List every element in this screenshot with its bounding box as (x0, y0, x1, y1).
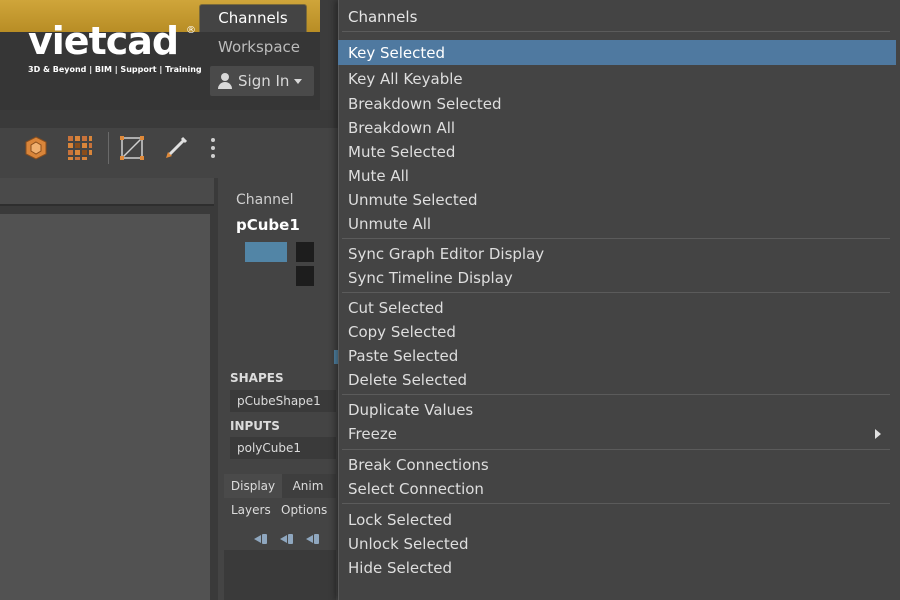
menu-separator (342, 394, 890, 395)
channel-swatch[interactable] (296, 266, 314, 286)
vietcad-logo: vietcad (28, 19, 179, 63)
channel-swatch[interactable] (296, 242, 314, 262)
logo-registered-mark: ® (186, 25, 196, 36)
menu-item-unlock-selected[interactable]: Unlock Selected (348, 534, 469, 554)
menu-item-paste-selected[interactable]: Paste Selected (348, 346, 458, 366)
menu-separator (342, 31, 890, 32)
menu-separator (342, 503, 890, 504)
menu-item-cut-selected[interactable]: Cut Selected (348, 298, 444, 318)
menu-item-copy-selected[interactable]: Copy Selected (348, 322, 456, 342)
cube-icon[interactable] (22, 134, 50, 162)
viewport-header (0, 178, 214, 206)
shape-node-item[interactable]: pCubeShape1 (230, 390, 336, 412)
logo-tagline: 3D & Beyond | BIM | Support | Training (28, 65, 202, 74)
select-frame-icon[interactable] (118, 134, 146, 162)
menu-item-unmute-selected[interactable]: Unmute Selected (348, 190, 478, 210)
menu-item-sync-graph-editor[interactable]: Sync Graph Editor Display (348, 244, 544, 264)
layer-move-icon[interactable] (254, 533, 268, 545)
sign-in-label: Sign In (238, 72, 290, 90)
tab-channels[interactable]: Channels (199, 4, 307, 32)
channel-swatch-selected[interactable] (245, 242, 287, 262)
menu-item-break-connections[interactable]: Break Connections (348, 455, 489, 475)
chevron-down-icon (294, 79, 303, 84)
more-vert-icon[interactable] (210, 136, 216, 160)
menu-item-select-connection[interactable]: Select Connection (348, 479, 484, 499)
layers-menu[interactable]: Layers (231, 503, 271, 517)
grid-icon[interactable] (66, 134, 94, 162)
viewport[interactable] (0, 214, 210, 600)
menu-separator (342, 449, 890, 450)
header-edge (320, 0, 340, 110)
maya-window: vietcad ® 3D & Beyond | BIM | Support | … (0, 0, 900, 600)
user-icon (218, 73, 232, 89)
menu-title: Channels (348, 8, 418, 26)
sign-in-button[interactable]: Sign In (210, 66, 314, 96)
menu-item-key-all-keyable[interactable]: Key All Keyable (348, 69, 463, 89)
menu-item-key-selected[interactable]: Key Selected (348, 43, 445, 63)
menu-item-lock-selected[interactable]: Lock Selected (348, 510, 452, 530)
menu-item-hide-selected[interactable]: Hide Selected (348, 558, 452, 578)
channel-box-label: Channel (236, 192, 294, 208)
shapes-header: SHAPES (230, 371, 284, 385)
menu-separator (342, 292, 890, 293)
tab-workspace[interactable]: Workspace (218, 38, 300, 56)
tab-anim[interactable]: Anim (284, 474, 332, 498)
tab-display[interactable]: Display (224, 474, 282, 498)
toolbar-strip (0, 110, 340, 128)
menu-item-unmute-all[interactable]: Unmute All (348, 214, 431, 234)
toolbar-divider (108, 132, 109, 164)
menu-item-mute-all[interactable]: Mute All (348, 166, 409, 186)
layer-move-icon[interactable] (306, 533, 320, 545)
menu-item-delete-selected[interactable]: Delete Selected (348, 370, 467, 390)
input-node-item[interactable]: polyCube1 (230, 437, 336, 459)
layer-action-icons (254, 530, 334, 544)
menu-item-duplicate-values[interactable]: Duplicate Values (348, 400, 473, 420)
menu-item-breakdown-all[interactable]: Breakdown All (348, 118, 455, 138)
menu-item-freeze[interactable]: Freeze (348, 424, 397, 444)
layer-move-icon[interactable] (280, 533, 294, 545)
channel-box-object-name[interactable]: pCube1 (236, 216, 300, 234)
pen-tool-icon[interactable] (162, 134, 190, 162)
submenu-arrow-icon (875, 429, 881, 439)
menu-item-breakdown-selected[interactable]: Breakdown Selected (348, 94, 502, 114)
menu-separator (342, 238, 890, 239)
menu-item-mute-selected[interactable]: Mute Selected (348, 142, 455, 162)
inputs-header: INPUTS (230, 419, 280, 433)
options-menu[interactable]: Options (281, 503, 327, 517)
layer-list[interactable] (224, 550, 336, 600)
menu-item-sync-timeline[interactable]: Sync Timeline Display (348, 268, 513, 288)
